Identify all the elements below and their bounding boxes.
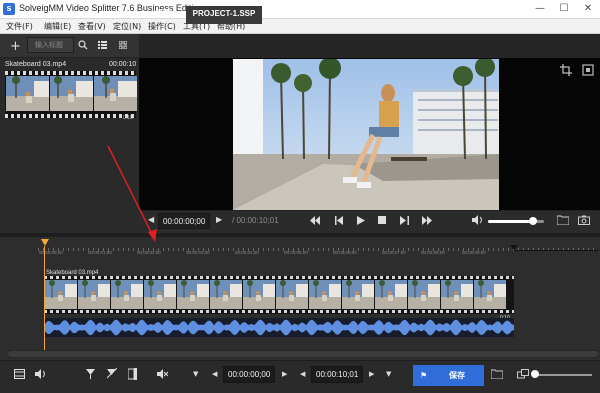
save-button[interactable]: ⚑ 保存 xyxy=(413,365,484,386)
ruler-label: 00;00;01;00 xyxy=(88,250,112,255)
ruler-label: 00;00;03;00 xyxy=(186,250,210,255)
thumbnail-duration: 0:10 xyxy=(123,115,133,121)
menu-file[interactable]: 文件(F) xyxy=(6,21,33,32)
fullscreen-icon[interactable] xyxy=(582,64,594,76)
close-button[interactable]: ✕ xyxy=(576,0,600,18)
current-time-field[interactable]: 00:00:00;00 xyxy=(158,213,211,229)
mark-out-dropdown-icon[interactable]: ▼ xyxy=(386,370,391,378)
grid-view-icon[interactable] xyxy=(119,41,127,49)
volume-slider-knob[interactable] xyxy=(528,217,537,225)
zoom-slider-track[interactable] xyxy=(536,374,592,376)
film-view-icon[interactable] xyxy=(14,369,25,379)
skip-back-icon[interactable] xyxy=(310,216,321,225)
volume-icon[interactable] xyxy=(472,215,483,225)
track-perforation-bottom xyxy=(44,310,514,313)
time-right-arrow-icon[interactable]: ▶ xyxy=(216,215,222,224)
folder-icon[interactable] xyxy=(557,215,569,225)
video-preview[interactable] xyxy=(233,59,499,210)
app-window: S SolveigMM Video Splitter 7.6 Business … xyxy=(0,0,600,393)
ruler-label: 00;00;05;00 xyxy=(284,250,308,255)
tab-play[interactable]: 播放 xyxy=(146,6,180,24)
film-perforation-bottom xyxy=(5,114,136,118)
zoom-slider-knob[interactable] xyxy=(531,370,539,378)
time-left-arrow-icon[interactable]: ◀ xyxy=(148,215,154,224)
search-input[interactable]: 输入标题 xyxy=(27,37,74,53)
mark-out-prev-icon[interactable]: ◀ xyxy=(300,370,305,378)
mark-out-next-icon[interactable]: ▶ xyxy=(369,370,374,378)
audio-waveform xyxy=(44,319,514,336)
snapshot-icon[interactable] xyxy=(578,215,590,225)
film-perforation-top xyxy=(5,71,136,75)
clip-frame xyxy=(94,76,137,111)
mute-icon[interactable] xyxy=(157,369,168,379)
ruler-label: 00;00;00;00 xyxy=(39,250,63,255)
marker-add-icon[interactable] xyxy=(86,369,95,379)
stop-icon[interactable] xyxy=(378,216,386,224)
clip-frame xyxy=(50,76,93,111)
menu-edit[interactable]: 编辑(E) xyxy=(44,21,71,32)
ruler-label: 00;00;06;00 xyxy=(333,250,357,255)
menu-navigate[interactable]: 定位(N) xyxy=(113,21,141,32)
zoom-icon[interactable] xyxy=(517,369,529,379)
play-icon[interactable] xyxy=(357,216,365,225)
volume-slider-fill xyxy=(488,220,533,223)
track-perforation-top xyxy=(44,276,514,279)
end-marker-line xyxy=(514,250,598,251)
crop-icon[interactable] xyxy=(560,64,572,76)
ruler-label: 00;00;08;00 xyxy=(421,250,445,255)
skip-forward-icon[interactable] xyxy=(422,216,433,225)
timeline-scrollbar-thumb[interactable] xyxy=(8,351,598,357)
mark-out-time-field[interactable]: 00:00:10;01 xyxy=(311,366,364,383)
menu-view[interactable]: 查看(V) xyxy=(78,21,106,32)
tab-bar xyxy=(139,34,600,58)
clip-frame xyxy=(6,76,49,111)
ruler-label: 00;00;04;00 xyxy=(235,250,259,255)
total-time-label: / 00:00:10;01 xyxy=(232,216,279,225)
clip-duration: 00:00:10 xyxy=(109,61,137,68)
mark-in-next-icon[interactable]: ▶ xyxy=(282,370,287,378)
playhead-line xyxy=(44,246,45,350)
mark-in-prev-icon[interactable]: ◀ xyxy=(212,370,217,378)
ruler-label: 00;00;02;00 xyxy=(137,250,161,255)
minimize-button[interactable]: — xyxy=(528,0,552,18)
ruler-label: 00;00;09;00 xyxy=(462,250,486,255)
playhead-handle-icon[interactable] xyxy=(41,239,49,246)
mark-in-dropdown-icon[interactable]: ▼ xyxy=(193,370,198,378)
plus-icon[interactable]: + xyxy=(10,39,21,54)
save-button-label: 保存 xyxy=(449,371,465,380)
ruler-label: 00;00;07;00 xyxy=(382,250,406,255)
frame-forward-icon[interactable] xyxy=(400,216,409,225)
mark-in-time-field[interactable]: 00:00:00;00 xyxy=(223,366,276,383)
app-logo-icon: S xyxy=(3,3,15,15)
frame-back-icon[interactable] xyxy=(335,216,344,225)
video-track-frames xyxy=(45,280,507,309)
search-icon[interactable] xyxy=(78,40,88,50)
flag-icon: ⚑ xyxy=(420,371,428,380)
cut-segment-icon[interactable] xyxy=(128,368,138,380)
tab-project[interactable]: PROJECT-1.SSP xyxy=(186,6,262,24)
clip-name: Skateboard 03.mp4 xyxy=(5,61,67,68)
marker-remove-icon[interactable] xyxy=(107,368,117,379)
list-view-icon[interactable] xyxy=(98,41,107,49)
audio-view-icon[interactable] xyxy=(35,369,46,379)
output-folder-icon[interactable] xyxy=(491,369,503,379)
maximize-button[interactable]: ☐ xyxy=(552,0,576,18)
